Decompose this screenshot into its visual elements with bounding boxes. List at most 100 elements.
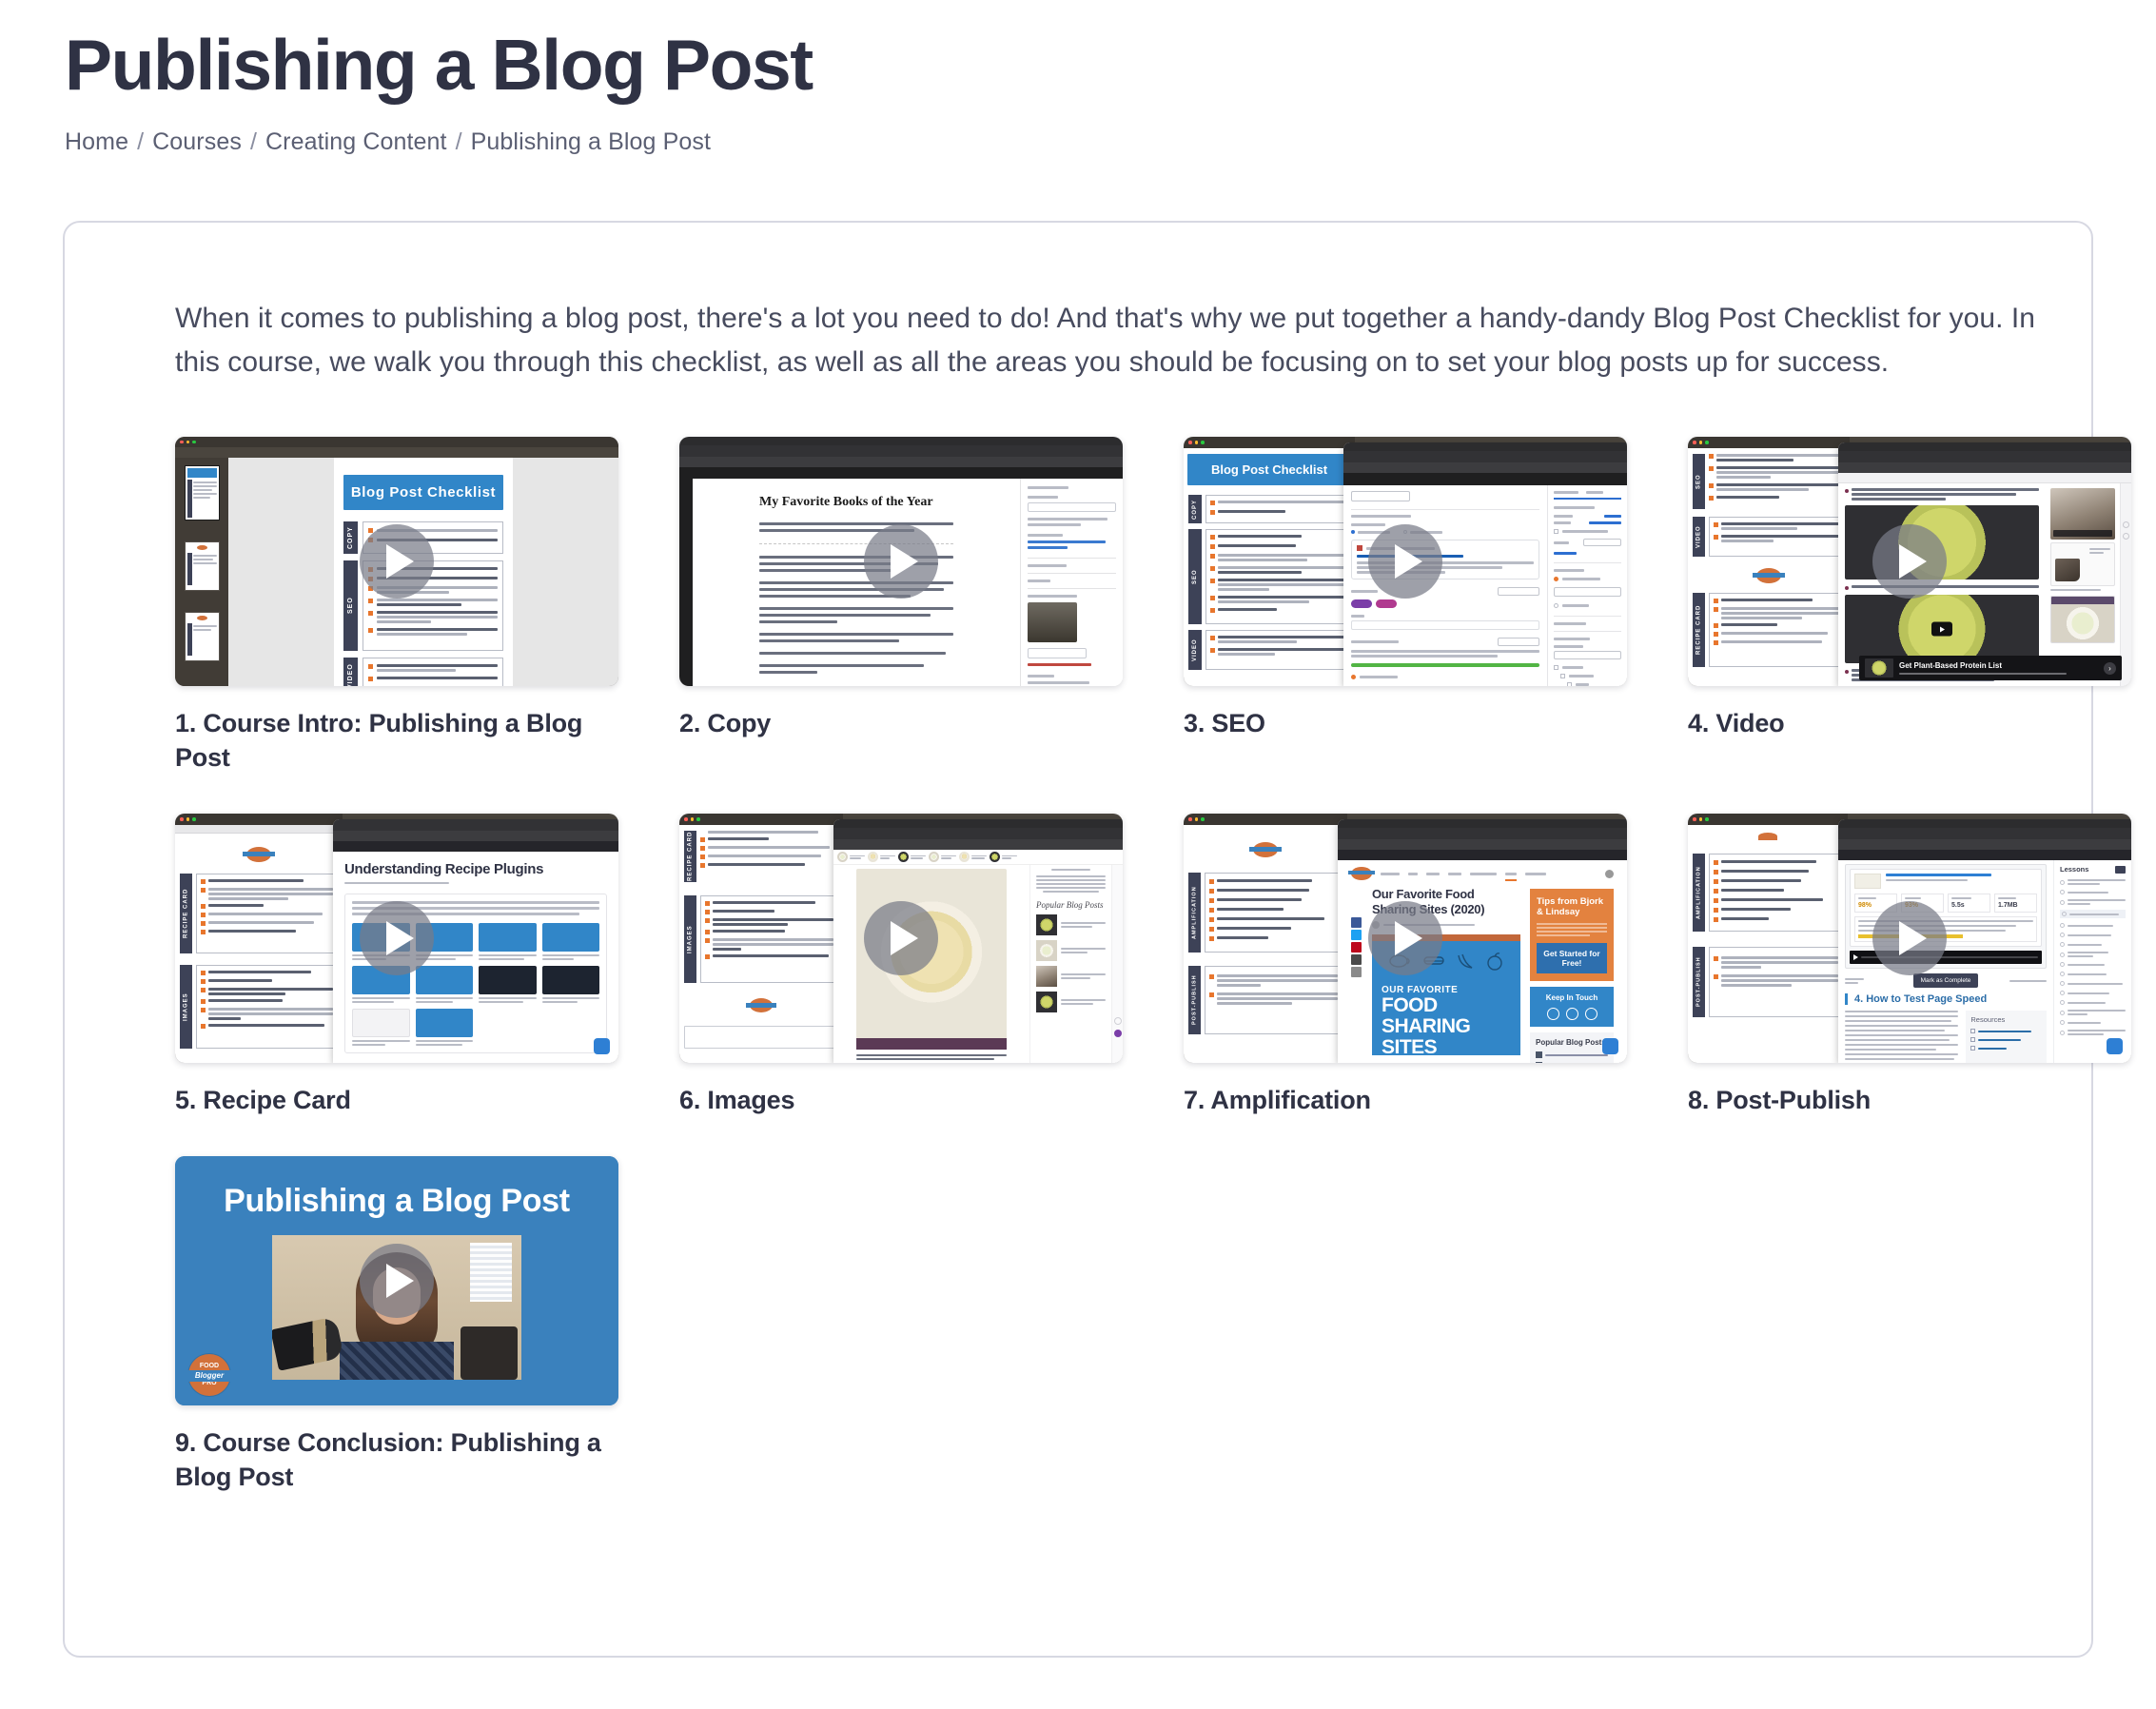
- mark-complete-button[interactable]: Mark as Complete: [1912, 973, 1979, 988]
- chair: [461, 1326, 518, 1380]
- section-label-recipe-card: RECIPE CARD: [180, 874, 192, 953]
- email-icon[interactable]: [1546, 1008, 1559, 1021]
- course-intro-text: When it comes to publishing a blog post,…: [175, 303, 2035, 378]
- badge-line-mid: Blogger: [194, 1370, 225, 1380]
- thumb-heading: Blog Post Checklist: [1187, 454, 1351, 486]
- list-item[interactable]: My Favorite Books of the Year 2. Copy: [679, 437, 1123, 776]
- play-icon[interactable]: [1872, 524, 1947, 599]
- food-blogger-pro-logo: FOOD PRO Blogger: [184, 1353, 235, 1396]
- banner-line-4: SITES: [1382, 1035, 1438, 1058]
- list-item[interactable]: RECIPE CARD IMAGES Understanding Recipe …: [175, 814, 618, 1118]
- lesson-title: 2. Copy: [679, 709, 772, 738]
- section-label-copy: COPY: [1188, 495, 1202, 524]
- play-icon[interactable]: [360, 1243, 434, 1318]
- course-card: When it comes to publishing a blog post,…: [63, 221, 2131, 1658]
- thumb-heading: Blog Post Checklist: [343, 475, 503, 511]
- section-label-copy: COPY: [343, 521, 358, 555]
- collapse-icon[interactable]: [2115, 865, 2126, 874]
- pinterest-icon[interactable]: [1565, 1008, 1578, 1021]
- breadcrumb-separator: /: [455, 128, 462, 155]
- apple-icon: [1486, 953, 1502, 971]
- breadcrumb-separator: /: [249, 128, 257, 155]
- lesson-title: 9. Course Conclusion: Publishing a Blog …: [175, 1427, 601, 1491]
- lesson-thumbnail-1[interactable]: Blog Post Checklist COPY SEO VIDEO: [175, 437, 618, 687]
- lesson-thumbnail-7[interactable]: AMPLIFICATION POST-PUBLISH Our Favorite …: [1184, 814, 1627, 1063]
- page-header: Publishing a Blog Post Home / Courses / …: [0, 0, 2156, 156]
- section-label-recipe-card: RECIPE CARD: [1693, 593, 1705, 668]
- lessons-panel-title: Lessons: [2060, 865, 2089, 874]
- section-label-video: VIDEO: [343, 658, 358, 687]
- microphone-icon: [272, 1316, 344, 1371]
- list-item[interactable]: Publishing a Blog Post FOOD PRO Blogger …: [175, 1155, 618, 1495]
- list-item[interactable]: Blog Post Checklist COPY SEO VIDEO 1. Co…: [175, 437, 618, 776]
- page-root: Publishing a Blog Post Home / Courses / …: [0, 0, 2156, 1709]
- lesson-thumbnail-3[interactable]: Blog Post Checklist COPY SEO VIDEO: [1184, 437, 1627, 687]
- chat-icon[interactable]: [594, 1038, 610, 1054]
- lesson-title: 5. Recipe Card: [175, 1086, 351, 1114]
- lesson-thumbnail-4[interactable]: SEO VIDEO RECIPE CARD Get Plant-Based Pr…: [1688, 437, 2131, 687]
- banner-line-2: FOOD: [1382, 994, 1438, 1017]
- list-item[interactable]: RECIPE CARD IMAGES Popular Blog Posts 6.…: [679, 814, 1123, 1118]
- section-label-video: VIDEO: [1693, 517, 1705, 558]
- section-label-images: IMAGES: [684, 895, 696, 983]
- section-label-images: IMAGES: [180, 965, 192, 1049]
- lesson-thumbnail-6[interactable]: RECIPE CARD IMAGES Popular Blog Posts: [679, 814, 1123, 1063]
- breadcrumb-item-courses[interactable]: Courses: [152, 128, 242, 156]
- lesson-title: 8. Post-Publish: [1688, 1086, 1872, 1114]
- play-icon[interactable]: [360, 524, 434, 599]
- list-item[interactable]: AMPLIFICATION: [1688, 814, 2131, 1118]
- popular-posts-heading: Popular Blog Posts: [1036, 900, 1104, 910]
- breadcrumb-separator: /: [137, 128, 145, 155]
- lesson-thumbnail-8[interactable]: AMPLIFICATION POST-PUBLISH 98% 5.5s 1.7M…: [1688, 814, 2131, 1063]
- thumb-heading: Publishing a Blog Post: [224, 1182, 570, 1219]
- play-icon[interactable]: [360, 901, 434, 975]
- tips-box-title: Tips from Bjork & Lindsay: [1537, 896, 1604, 918]
- thumb-heading: 4. How to Test Page Speed: [1854, 993, 1988, 1005]
- lesson-grid: Blog Post Checklist COPY SEO VIDEO 1. Co…: [175, 437, 2131, 1495]
- chat-icon[interactable]: [2107, 1038, 2123, 1054]
- section-label-video: VIDEO: [1188, 630, 1202, 671]
- section-label-seo: SEO: [343, 560, 358, 652]
- lesson-thumbnail-2[interactable]: My Favorite Books of the Year: [679, 437, 1123, 687]
- lesson-thumbnail-9[interactable]: Publishing a Blog Post FOOD PRO Blogger: [175, 1155, 618, 1405]
- page-title: Publishing a Blog Post: [65, 25, 813, 105]
- play-icon[interactable]: [1368, 901, 1442, 975]
- chat-icon[interactable]: [1602, 1038, 1618, 1054]
- banner-line-3: SHARING: [1382, 1015, 1471, 1038]
- lesson-title: 6. Images: [679, 1086, 795, 1114]
- badge-line-top: FOOD: [199, 1363, 220, 1370]
- section-label-seo: SEO: [1188, 529, 1202, 625]
- breadcrumb: Home / Courses / Creating Content / Publ…: [65, 128, 2156, 156]
- play-icon[interactable]: [1872, 901, 1947, 975]
- banana-icon: [1457, 953, 1472, 969]
- lesson-thumbnail-5[interactable]: RECIPE CARD IMAGES Understanding Recipe …: [175, 814, 618, 1063]
- keep-in-touch-title: Keep In Touch: [1545, 993, 1598, 1003]
- breadcrumb-item-current: Publishing a Blog Post: [470, 128, 711, 155]
- chevron-right-icon[interactable]: ›: [2104, 661, 2116, 675]
- section-label-amplification: AMPLIFICATION: [1693, 854, 1705, 932]
- lesson-title: 1. Course Intro: Publishing a Blog Post: [175, 709, 583, 773]
- lesson-title: 7. Amplification: [1184, 1086, 1371, 1114]
- lesson-title: 4. Video: [1688, 709, 1785, 738]
- breadcrumb-item-creating-content[interactable]: Creating Content: [265, 128, 447, 156]
- lesson-title: 3. SEO: [1184, 709, 1265, 738]
- popular-blog-posts-title: Popular Blog Posts: [1536, 1038, 1606, 1048]
- section-label-post-publish: POST-PUBLISH: [1188, 966, 1201, 1034]
- section-label-amplification: AMPLIFICATION: [1188, 873, 1201, 953]
- thumb-heading: Understanding Recipe Plugins: [344, 861, 544, 877]
- list-item[interactable]: SEO VIDEO RECIPE CARD Get Plant-Based Pr…: [1688, 437, 2131, 776]
- thumb-heading: My Favorite Books of the Year: [759, 495, 933, 510]
- play-icon[interactable]: [864, 524, 938, 599]
- list-item[interactable]: Blog Post Checklist COPY SEO VIDEO 3. SE…: [1184, 437, 1627, 776]
- thumb-heading: Get Plant-Based Protein List: [1899, 661, 2003, 671]
- section-label-seo: SEO: [1693, 454, 1705, 510]
- play-icon[interactable]: [864, 901, 938, 975]
- window-blinds: [470, 1242, 512, 1302]
- play-icon[interactable]: [1368, 524, 1442, 599]
- person-body: [340, 1341, 454, 1380]
- section-label-post-publish: POST-PUBLISH: [1693, 947, 1705, 1017]
- instagram-icon[interactable]: [1584, 1008, 1597, 1021]
- breadcrumb-item-home[interactable]: Home: [65, 128, 128, 156]
- cta-button[interactable]: Get Started for Free!: [1537, 942, 1607, 974]
- list-item[interactable]: AMPLIFICATION: [1184, 814, 1627, 1118]
